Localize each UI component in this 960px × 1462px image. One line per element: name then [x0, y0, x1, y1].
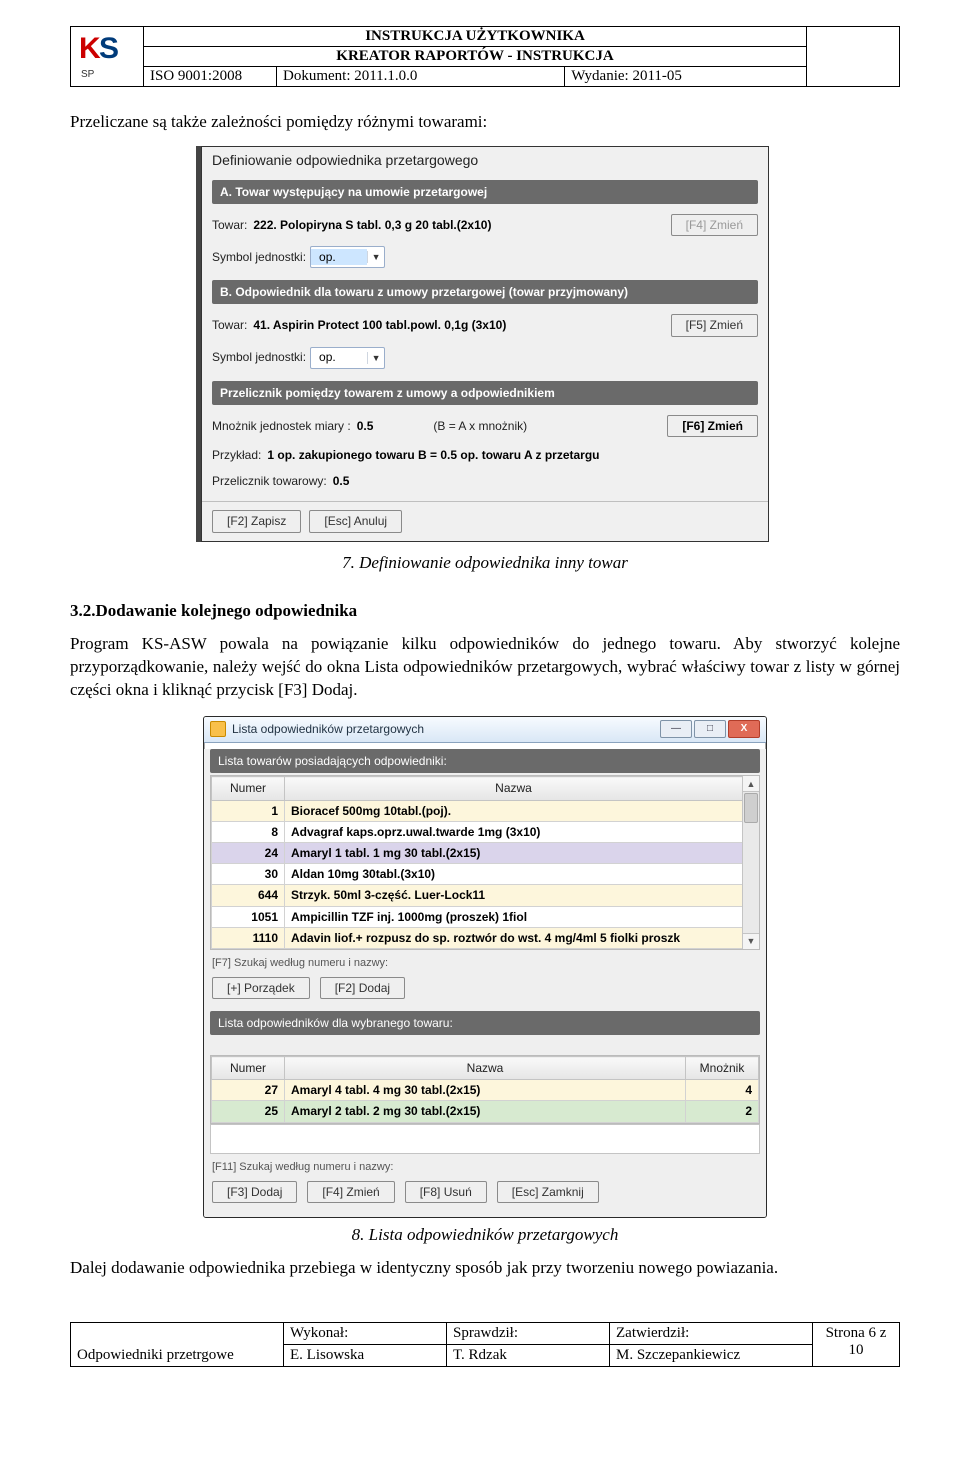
- heading-3-2: 3.2.Dodawanie kolejnego odpowiednika: [70, 600, 900, 623]
- list1-bar: Lista towarów posiadających odpowiedniki…: [210, 749, 760, 773]
- b-unit-dropdown[interactable]: op. ▼: [310, 347, 385, 369]
- doc-footer: Odpowiedniki przetrgowe Wykonał: Sprawdz…: [70, 1322, 900, 1367]
- window-icon: [210, 721, 226, 737]
- close-button-2[interactable]: [Esc] Zamknij: [497, 1181, 599, 1203]
- paragraph-after: Dalej dodawanie odpowiednika przebiega w…: [70, 1257, 900, 1280]
- header-subtitle: KREATOR RAPORTÓW - INSTRUKCJA: [144, 47, 807, 67]
- footer-col1: Odpowiedniki przetrgowe: [71, 1322, 284, 1366]
- page-number: Strona 6 z 10: [813, 1322, 900, 1366]
- b-towar-label: Towar:: [212, 317, 247, 333]
- dialog-define-equivalent: Definiowanie odpowiednika przetargowego …: [201, 146, 769, 542]
- a-sym-label: Symbol jednostki:: [212, 249, 306, 265]
- c-change-button[interactable]: [F6] Zmień: [667, 415, 758, 437]
- dialog-equiv-list: Lista odpowiedników przetargowych — □ X …: [203, 716, 767, 1218]
- edit-button-2[interactable]: [F4] Zmień: [307, 1181, 394, 1203]
- scrollbar[interactable]: ▲ ▼: [742, 776, 759, 949]
- close-icon[interactable]: X: [728, 720, 760, 738]
- dialog-title: Definiowanie odpowiednika przetargowego: [202, 147, 768, 176]
- logo-cell: KSSP: [71, 27, 144, 87]
- table-row[interactable]: 27Amaryl 4 tabl. 4 mg 30 tabl.(2x15)4: [212, 1080, 759, 1101]
- footer-col3a: Sprawdził:: [447, 1322, 610, 1344]
- figure-7-caption: 7. Definiowanie odpowiednika inny towar: [70, 552, 900, 575]
- paragraph-3-2: Program KS-ASW powala na powiązanie kilk…: [70, 633, 900, 702]
- ex-label: Przykład:: [212, 447, 261, 463]
- footer-col4b: M. Szczepankiewicz: [610, 1344, 813, 1366]
- scroll-down-icon[interactable]: ▼: [743, 933, 759, 949]
- table-row[interactable]: 1Bioracef 500mg 10tabl.(poj).: [212, 800, 743, 821]
- cancel-button[interactable]: [Esc] Anuluj: [309, 510, 402, 532]
- a-towar-value: 222. Polopiryna S tabl. 0,3 g 20 tabl.(2…: [253, 217, 491, 233]
- delete-button-2[interactable]: [F8] Usuń: [405, 1181, 487, 1203]
- list2-bar: Lista odpowiedników dla wybranego towaru…: [210, 1011, 760, 1035]
- figure-8-caption: 8. Lista odpowiedników przetargowych: [70, 1224, 900, 1247]
- footer-col3b: T. Rdzak: [447, 1344, 610, 1366]
- ex-value: 1 op. zakupionego towaru B = 0.5 op. tow…: [267, 447, 599, 463]
- section-a-bar: A. Towar występujący na umowie przetargo…: [212, 180, 758, 204]
- equiv-table: Numer Nazwa Mnożnik 27Amaryl 4 tabl. 4 m…: [211, 1056, 759, 1123]
- header-iso: ISO 9001:2008: [144, 67, 277, 87]
- search-hint-2: [F11] Szukaj według numeru i nazwy:: [210, 1154, 760, 1179]
- a-unit-dropdown[interactable]: op. ▼: [310, 246, 385, 268]
- b-unit-value: op.: [311, 349, 367, 365]
- scroll-thumb[interactable]: [744, 793, 758, 823]
- intro-text: Przeliczane są także zależności pomiędzy…: [70, 111, 900, 134]
- table-row-selected[interactable]: 25Amaryl 2 tabl. 2 mg 30 tabl.(2x15)2: [212, 1101, 759, 1122]
- footer-col2a: Wykonał:: [284, 1322, 447, 1344]
- save-button[interactable]: [F2] Zapisz: [212, 510, 301, 532]
- a-unit-value: op.: [311, 249, 367, 265]
- a-towar-label: Towar:: [212, 217, 247, 233]
- maximize-icon[interactable]: □: [694, 720, 726, 738]
- mn-label: Mnożnik jednostek miary :: [212, 418, 351, 434]
- header-title: INSTRUKCJA UŻYTKOWNIKA: [144, 27, 807, 47]
- table-row[interactable]: 644Strzyk. 50ml 3-część. Luer-Lock11: [212, 885, 743, 906]
- header-doc: Dokument: 2011.1.0.0: [277, 67, 565, 87]
- table-row[interactable]: 1051Ampicillin TZF inj. 1000mg (proszek)…: [212, 906, 743, 927]
- add-button-2[interactable]: [F3] Dodaj: [212, 1181, 297, 1203]
- mn-formula: (B = A x mnożnik): [433, 418, 527, 434]
- b-towar-value: 41. Aspirin Protect 100 tabl.powl. 0,1g …: [253, 317, 506, 333]
- header-empty: [807, 27, 900, 87]
- footer-col4a: Zatwierdził:: [610, 1322, 813, 1344]
- doc-header: KSSP INSTRUKCJA UŻYTKOWNIKA KREATOR RAPO…: [70, 26, 900, 87]
- minimize-icon[interactable]: —: [660, 720, 692, 738]
- table-row[interactable]: 30Aldan 10mg 30tabl.(3x10): [212, 864, 743, 885]
- table-row[interactable]: 1110Adavin liof.+ rozpusz do sp. roztwór…: [212, 927, 743, 948]
- scroll-up-icon[interactable]: ▲: [743, 776, 759, 792]
- th-name[interactable]: Nazwa: [285, 777, 743, 800]
- search-hint-1: [F7] Szukaj według numeru i nazwy:: [210, 950, 760, 975]
- empty-area: [210, 1124, 760, 1154]
- add-button-1[interactable]: [F2] Dodaj: [320, 977, 405, 999]
- th-mnoznik[interactable]: Mnożnik: [686, 1057, 759, 1080]
- footer-col2b: E. Lisowska: [284, 1344, 447, 1366]
- chevron-down-icon: ▼: [367, 352, 384, 364]
- goods-table: Numer Nazwa 1Bioracef 500mg 10tabl.(poj)…: [211, 776, 743, 949]
- chevron-down-icon: ▼: [367, 251, 384, 263]
- table-row-selected[interactable]: 24Amaryl 1 tabl. 1 mg 30 tabl.(2x15): [212, 842, 743, 863]
- b-sym-label: Symbol jednostki:: [212, 349, 306, 365]
- pt-label: Przelicznik towarowy:: [212, 473, 327, 489]
- dialog2-title: Lista odpowiedników przetargowych: [232, 721, 660, 737]
- order-button[interactable]: [+] Porządek: [212, 977, 310, 999]
- th-name-2[interactable]: Nazwa: [285, 1057, 686, 1080]
- b-change-button[interactable]: [F5] Zmień: [671, 314, 758, 336]
- th-number[interactable]: Numer: [212, 777, 285, 800]
- table-row[interactable]: 8Advagraf kaps.oprz.uwal.twarde 1mg (3x1…: [212, 821, 743, 842]
- pt-value: 0.5: [333, 473, 350, 489]
- th-number-2[interactable]: Numer: [212, 1057, 285, 1080]
- header-issue: Wydanie: 2011-05: [565, 67, 807, 87]
- section-c-bar: Przelicznik pomiędzy towarem z umowy a o…: [212, 381, 758, 405]
- mn-value: 0.5: [357, 418, 374, 434]
- section-b-bar: B. Odpowiednik dla towaru z umowy przeta…: [212, 280, 758, 304]
- a-change-button[interactable]: [F4] Zmień: [671, 214, 758, 236]
- logo-icon: KSSP: [77, 34, 137, 80]
